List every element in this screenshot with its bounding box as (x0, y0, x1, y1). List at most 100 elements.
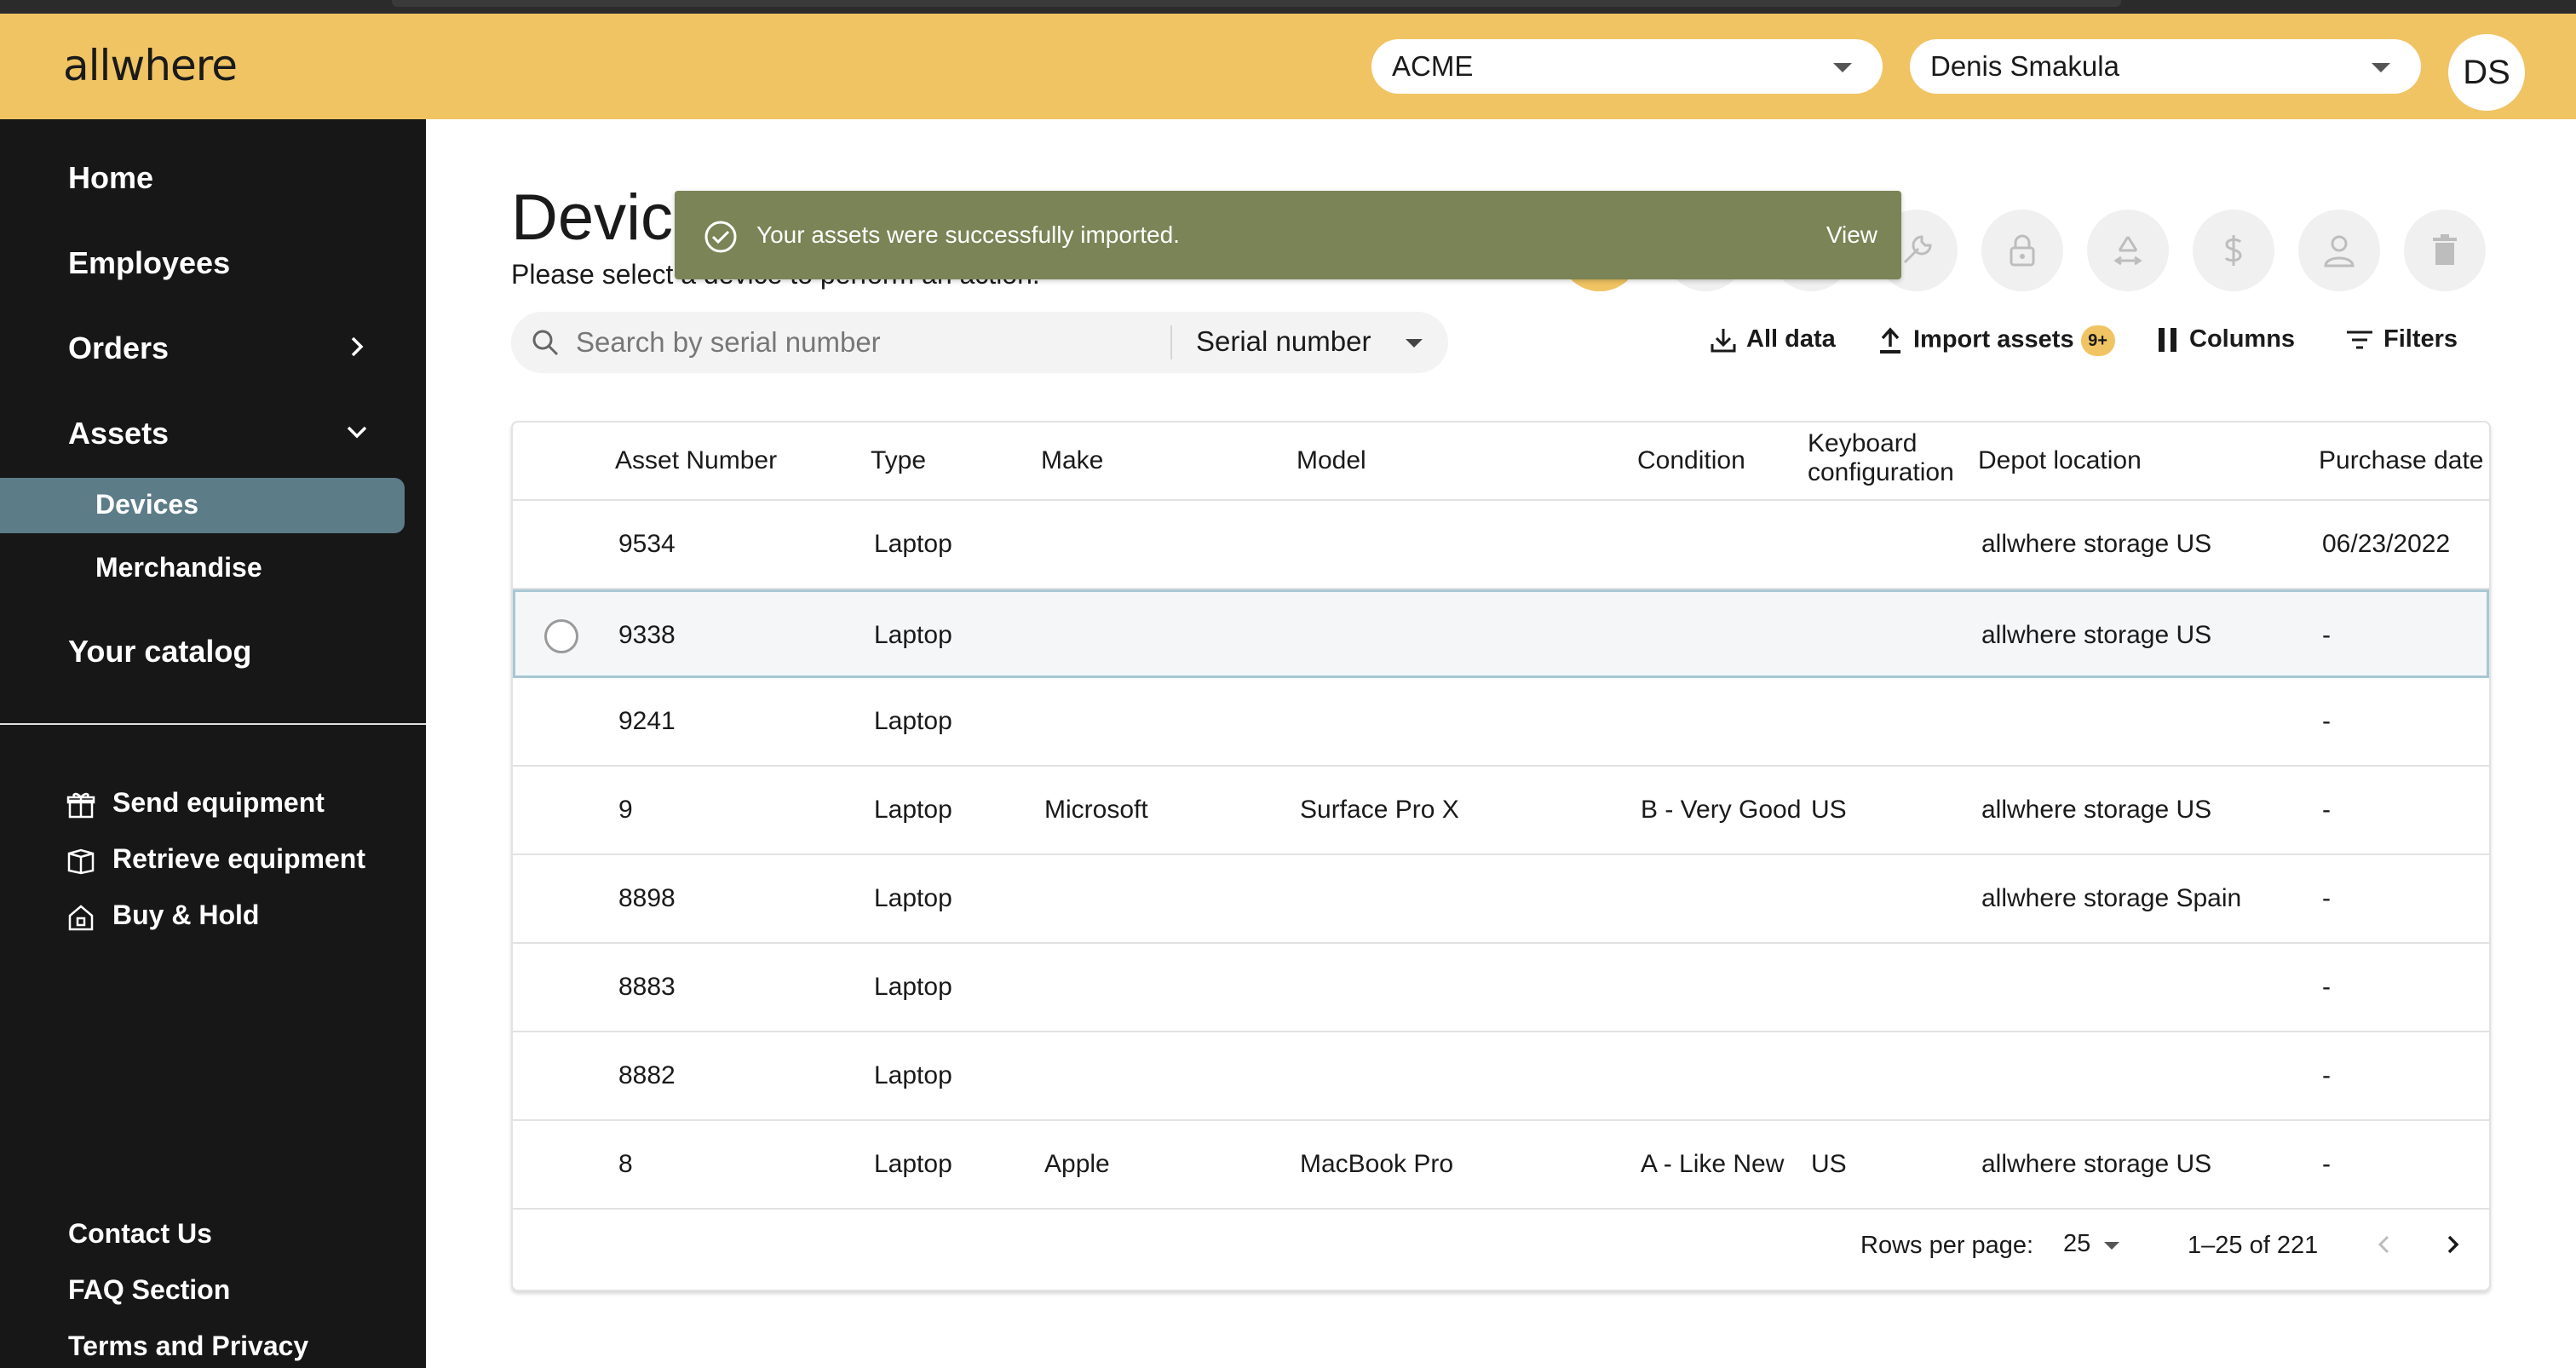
table-row[interactable]: 9338 Laptop allwhere storage US - (513, 589, 2489, 678)
cell-purchase: - (2322, 1061, 2331, 1089)
sidebar: Home Employees Orders Assets Devices Mer… (0, 119, 426, 1368)
cell-make: Microsoft (1044, 796, 1148, 824)
cell-condition: A - Like New (1641, 1150, 1785, 1178)
column-header-type[interactable]: Type (871, 446, 926, 475)
table-row[interactable]: 8898 Laptop allwhere storage Spain - (513, 855, 2489, 944)
chevron-down-icon[interactable] (2104, 1242, 2119, 1250)
dollar-icon (2224, 235, 2242, 266)
lock-icon (2010, 234, 2035, 267)
sidebar-item-assets[interactable]: Assets (68, 416, 169, 451)
search-input[interactable] (576, 322, 1061, 363)
send-equipment-label: Send equipment (112, 787, 325, 818)
cell-type: Laptop (874, 1061, 952, 1089)
send-equipment-link[interactable]: Send equipment (66, 787, 325, 819)
table-row[interactable]: 9 Laptop Microsoft Surface Pro X B - Very Go… (513, 767, 2489, 855)
assign-button[interactable] (2298, 210, 2380, 291)
sidebar-item-devices[interactable]: Devices (95, 489, 198, 520)
cell-asset: 9338 (618, 621, 676, 649)
chevron-right-icon[interactable] (344, 334, 370, 359)
column-header-depot-location[interactable]: Depot location (1978, 446, 2142, 475)
user-select[interactable]: Denis Smakula (1910, 39, 2421, 94)
cell-asset: 9241 (618, 707, 676, 735)
cell-purchase: - (2322, 1150, 2331, 1178)
recycle-button[interactable] (2087, 210, 2169, 291)
devices-table: Asset Number Type Make Model Condition K… (511, 421, 2491, 1291)
filter-icon (2347, 331, 2372, 349)
columns-button[interactable]: Columns (2155, 325, 2295, 354)
table-row[interactable]: 8883 Laptop - (513, 944, 2489, 1032)
rows-per-page-label: Rows per page: (1860, 1232, 2034, 1259)
cell-type: Laptop (874, 621, 952, 649)
house-icon (68, 904, 94, 930)
pagination-range: 1–25 of 221 (2188, 1232, 2319, 1259)
column-header-model[interactable]: Model (1297, 446, 1366, 475)
cell-keyboard: US (1811, 796, 1847, 824)
sidebar-item-merchandise[interactable]: Merchandise (95, 552, 262, 583)
table-row[interactable]: 9241 Laptop - (513, 678, 2489, 767)
success-toast: Your assets were successfully imported. … (675, 191, 1901, 279)
column-header-purchase-date[interactable]: Purchase date (2319, 446, 2483, 475)
buy-and-hold-link[interactable]: Buy & Hold (66, 900, 259, 932)
contact-us-link[interactable]: Contact Us (68, 1218, 212, 1250)
column-header-keyboard[interactable]: Keyboard configuration (1808, 429, 1961, 487)
cell-make: Apple (1044, 1150, 1110, 1178)
search-mode-select[interactable]: Serial number (1196, 325, 1371, 358)
export-all-data-button[interactable]: All data (1709, 325, 1836, 354)
sidebar-item-orders[interactable]: Orders (68, 331, 169, 366)
download-icon (1711, 329, 1736, 353)
chevron-down-icon[interactable] (344, 419, 370, 445)
person-icon (2324, 235, 2355, 267)
app-logo[interactable]: allwhere (63, 41, 238, 90)
organization-select[interactable]: ACME (1371, 39, 1883, 94)
cell-purchase: - (2322, 621, 2331, 649)
import-assets-button[interactable]: Import assets 9+ (1876, 325, 2115, 356)
search-divider (1170, 325, 1172, 359)
cell-purchase: - (2322, 973, 2331, 1001)
chevron-down-icon (1833, 63, 1852, 72)
column-header-asset-number[interactable]: Asset Number (615, 446, 777, 475)
faq-link[interactable]: FAQ Section (68, 1274, 230, 1306)
chevron-down-icon (2372, 63, 2390, 72)
cell-purchase: - (2322, 884, 2331, 912)
sidebar-item-employees[interactable]: Employees (68, 245, 230, 281)
row-select-radio[interactable] (544, 619, 578, 653)
toast-message: Your assets were successfully imported. (756, 221, 1180, 248)
sidebar-item-your-catalog[interactable]: Your catalog (68, 634, 251, 670)
avatar[interactable]: DS (2448, 34, 2525, 111)
filters-button[interactable]: Filters (2344, 325, 2458, 354)
table-row[interactable]: 9534 Laptop allwhere storage US 06/23/2022 (513, 501, 2489, 589)
search-bar: Serial number (511, 312, 1448, 373)
upload-icon (1880, 327, 1900, 353)
table-row[interactable]: 8 Laptop Apple MacBook Pro A - Like New US all… (513, 1121, 2489, 1210)
box-icon (67, 848, 95, 874)
cell-condition: B - Very Good (1641, 796, 1802, 824)
chevron-right-icon[interactable] (2438, 1230, 2467, 1259)
toast-view-button[interactable]: View (1826, 221, 1877, 249)
active-nav-highlight (0, 478, 405, 533)
delete-button[interactable] (2404, 210, 2486, 291)
cell-type: Laptop (874, 1150, 952, 1178)
chevron-down-icon[interactable] (1406, 339, 1423, 348)
chevron-left-icon[interactable] (2370, 1230, 2399, 1259)
trash-icon (2433, 234, 2457, 265)
cell-asset: 9534 (618, 530, 676, 558)
unlock-button[interactable] (1981, 210, 2063, 291)
table-row[interactable]: 8882 Laptop - (513, 1032, 2489, 1121)
cell-type: Laptop (874, 796, 952, 824)
sell-button[interactable] (2193, 210, 2274, 291)
check-circle-icon (704, 221, 737, 253)
columns-label: Columns (2189, 325, 2296, 353)
cell-type: Laptop (874, 973, 952, 1001)
user-select-value: Denis Smakula (1930, 50, 2119, 82)
terms-privacy-link[interactable]: Terms and Privacy (68, 1331, 308, 1362)
columns-icon (2159, 328, 2176, 353)
column-header-condition[interactable]: Condition (1637, 446, 1745, 475)
cell-keyboard: US (1811, 1150, 1847, 1178)
retrieve-equipment-link[interactable]: Retrieve equipment (66, 843, 365, 876)
sidebar-item-home[interactable]: Home (68, 160, 153, 196)
top-header: allwhere ACME Denis Smakula DS (0, 14, 2576, 119)
gift-icon (66, 792, 95, 818)
column-header-make[interactable]: Make (1041, 446, 1103, 475)
organization-select-value: ACME (1392, 50, 1474, 82)
rows-per-page-select[interactable]: 25 (2063, 1230, 2090, 1258)
